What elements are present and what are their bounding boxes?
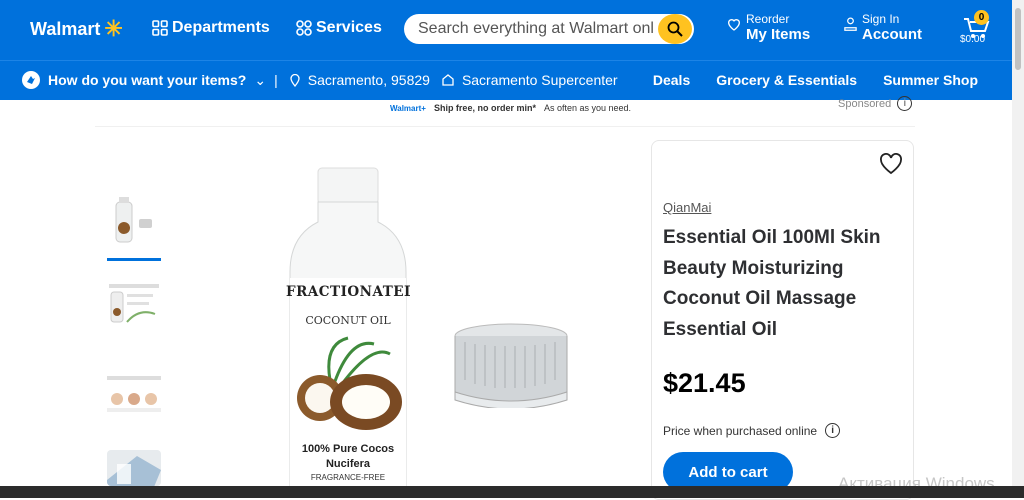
thumbnail-model-image <box>107 376 161 412</box>
label-line-2: COCONUT OIL <box>305 314 391 327</box>
product-price: $21.45 <box>663 368 746 398</box>
sponsored-text: Sponsored <box>838 97 892 110</box>
promo-headline: Ship free, no order min* <box>433 103 536 113</box>
thumbnail-info-image <box>109 284 159 323</box>
sponsored-label: Sponsored i <box>838 96 913 111</box>
product-title: Essential Oil 100Ml Skin Beauty Moisturi… <box>663 227 881 340</box>
walmart-logo[interactable]: Walmart ✳ <box>30 18 123 40</box>
thumbnail-3[interactable] <box>107 366 161 420</box>
services-label: Services <box>316 19 382 36</box>
services-button[interactable]: Services <box>296 19 382 37</box>
search-input[interactable] <box>418 19 654 39</box>
reorder-small-label: Reorder <box>746 12 790 26</box>
search-bar <box>404 14 694 44</box>
walmart-plus-banner[interactable]: Walmart+ Ship free, no order min* As oft… <box>390 103 631 113</box>
store-text[interactable]: Sacramento Supercenter <box>462 72 618 88</box>
nav-link-deals[interactable]: Deals <box>653 72 690 88</box>
services-icon <box>296 20 312 36</box>
price-note-text: Price when purchased online <box>663 423 818 438</box>
scrollbar-thumb[interactable] <box>1015 8 1021 70</box>
departments-label: Departments <box>172 19 270 36</box>
price-info-icon[interactable]: i <box>825 423 841 438</box>
bottle-graphic <box>289 167 407 488</box>
thumbnail-bottle-image <box>115 197 152 243</box>
grid-icon <box>152 20 168 36</box>
brand-link[interactable]: QianMai <box>663 200 711 215</box>
reorder-button[interactable]: Reorder My Items <box>726 12 810 43</box>
label-line-4: Nucifera <box>325 458 371 470</box>
departments-button[interactable]: Departments <box>152 19 270 37</box>
secondary-nav: Deals Grocery & Essentials Summer Shop <box>653 72 978 88</box>
thumbnail-2[interactable] <box>107 280 161 334</box>
search-icon <box>667 21 683 37</box>
fulfillment-question: How do you want your items? <box>48 72 247 88</box>
label-line-1: FRACTIONATED <box>286 284 410 300</box>
product-info-card: QianMai Essential Oil 100Ml Skin Beauty … <box>651 140 914 500</box>
location-text[interactable]: Sacramento, 95829 <box>308 72 430 88</box>
product-image[interactable]: FRACTIONATED COCONUT OIL 100% Pure Cocos… <box>286 166 410 488</box>
top-header: Walmart ✳ Departments Services Reorder M… <box>0 0 1012 60</box>
location-pin-icon <box>290 73 300 87</box>
thumbnail-selected-indicator <box>107 258 161 261</box>
signin-small-label: Sign In <box>862 12 900 26</box>
divider <box>95 126 915 127</box>
nav-link-grocery[interactable]: Grocery & Essentials <box>716 72 857 88</box>
delivery-icon <box>22 71 40 89</box>
cart-count-badge: 0 <box>974 10 989 25</box>
spark-icon: ✳ <box>104 16 123 41</box>
reorder-big-label: My Items <box>746 26 811 43</box>
thumbnail-hand-image <box>107 450 161 486</box>
thumbnail-4[interactable] <box>107 450 161 486</box>
cart-button[interactable]: 0 $0.00 <box>958 10 998 50</box>
signin-big-label: Account <box>862 26 922 43</box>
thumbnail-1[interactable] <box>107 195 161 249</box>
search-button[interactable] <box>658 14 692 44</box>
fulfillment-bar: How do you want your items? ⌄ | Sacramen… <box>0 60 1012 100</box>
separator: | <box>274 72 278 88</box>
favorite-icon[interactable] <box>879 153 903 175</box>
nav-link-summer-shop[interactable]: Summer Shop <box>883 72 978 88</box>
user-icon <box>844 16 857 31</box>
cap-graphic <box>454 323 568 410</box>
fulfillment-selector[interactable]: How do you want your items? ⌄ | Sacramen… <box>22 71 618 89</box>
info-icon[interactable]: i <box>897 96 913 111</box>
cart-total: $0.00 <box>960 34 986 45</box>
logo-text: Walmart <box>30 18 101 39</box>
price-note: Price when purchased online i <box>663 423 841 438</box>
chevron-down-icon: ⌄ <box>254 71 267 88</box>
store-icon <box>442 74 454 86</box>
taskbar <box>0 486 1024 498</box>
label-line-5: FRAGRANCE-FREE <box>310 473 386 482</box>
heart-icon <box>727 18 741 31</box>
page-scrollbar[interactable] <box>1012 0 1024 486</box>
promo-subtext: As often as you need. <box>543 103 632 113</box>
account-button[interactable]: Sign In Account <box>843 12 922 43</box>
label-line-3: 100% Pure Cocos <box>301 443 395 455</box>
cap-image[interactable] <box>451 322 571 410</box>
walmart-plus-logo: Walmart+ <box>390 103 426 113</box>
